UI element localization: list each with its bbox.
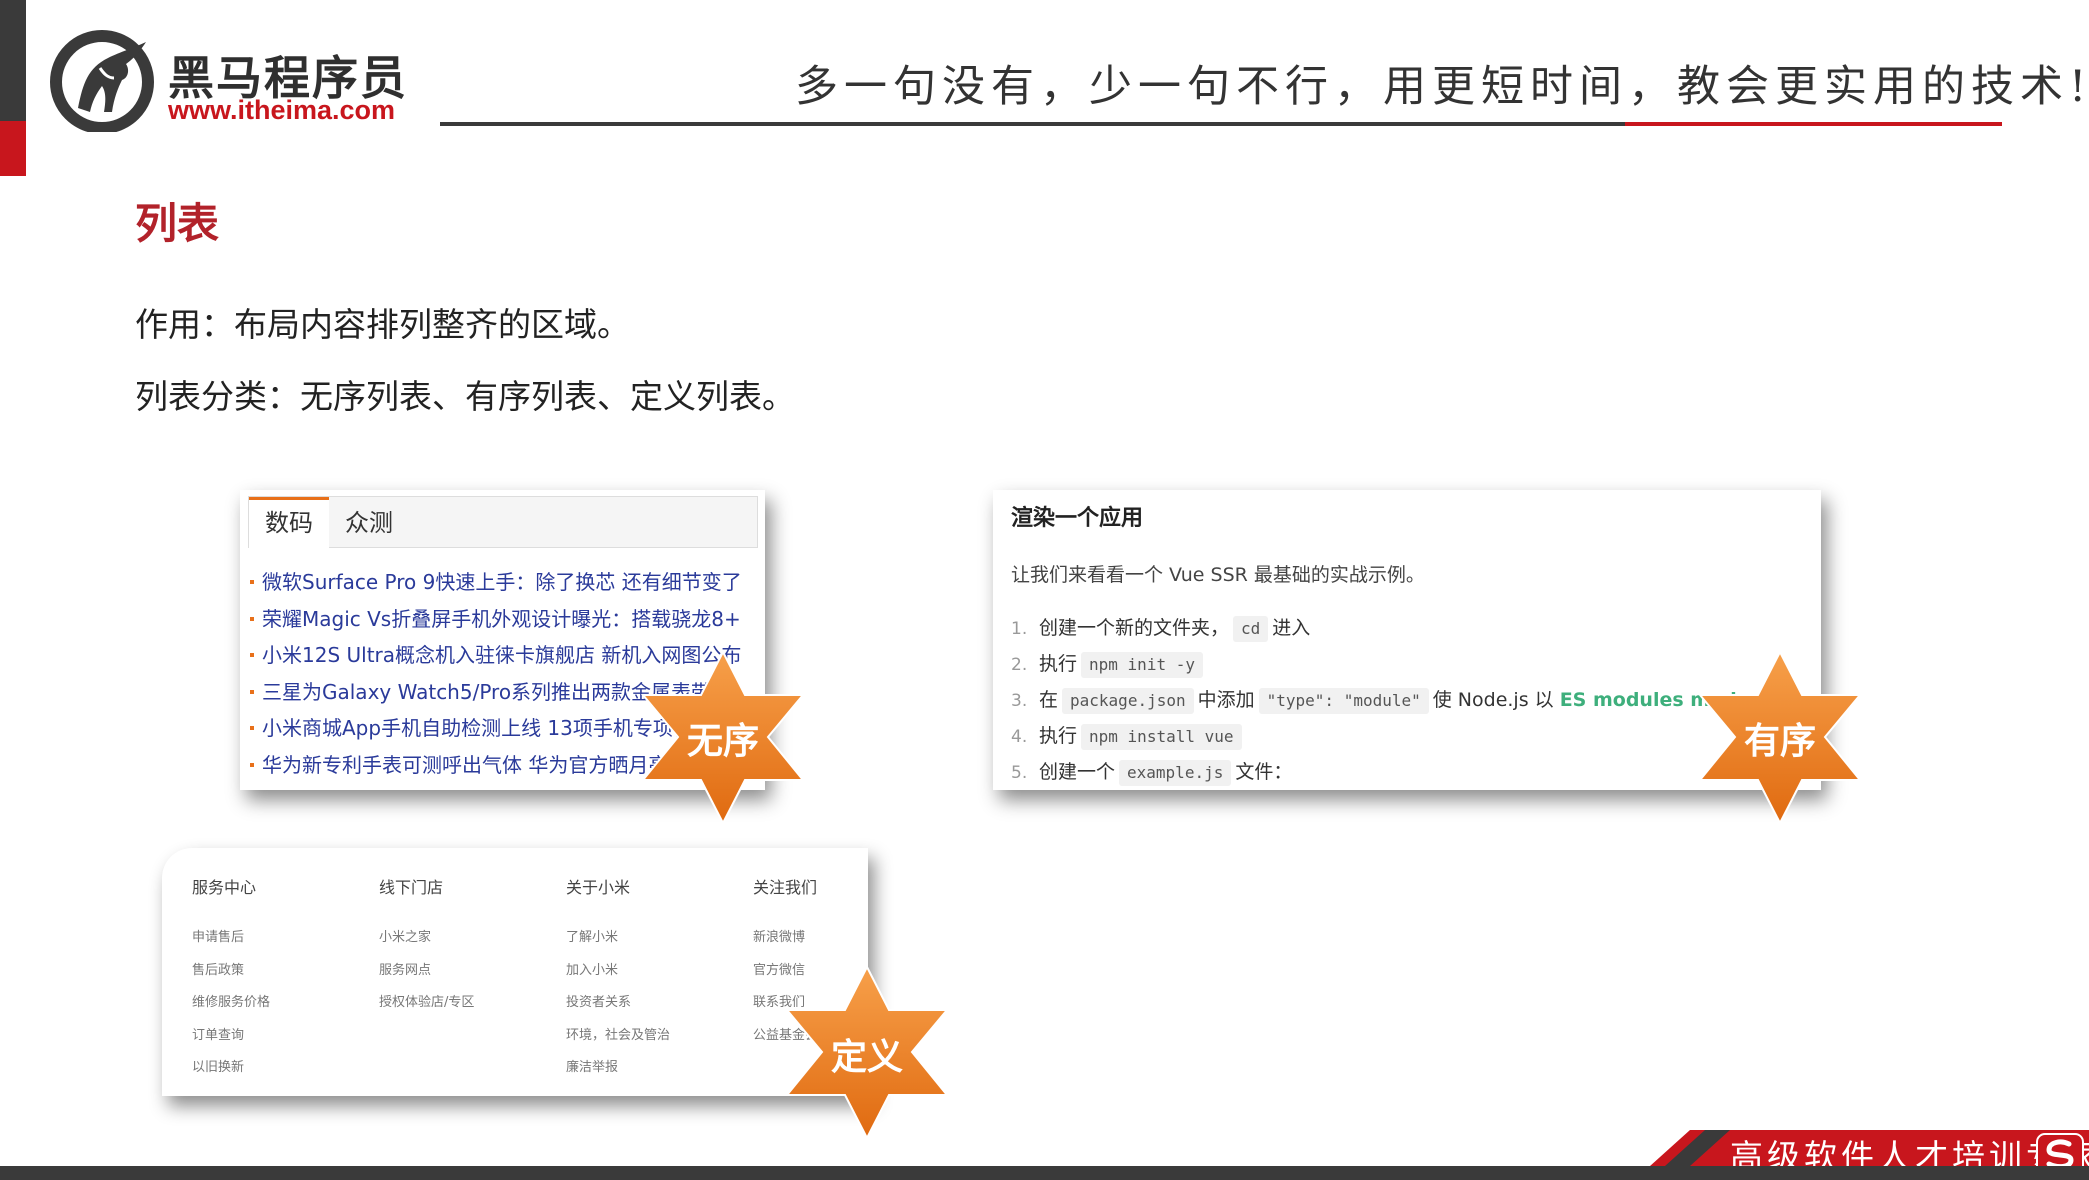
step-text: 执行 [1039, 653, 1078, 675]
dl-desc[interactable]: 投资者关系 [566, 987, 670, 1020]
header-divider-accent [1625, 122, 2002, 126]
dl-desc[interactable]: 订单查询 [192, 1020, 270, 1053]
tab-review[interactable]: 众测 [329, 497, 409, 549]
step-text: 执行 [1039, 725, 1078, 747]
dl-term: 关于小米 [566, 878, 631, 897]
inline-code: npm init -y [1081, 652, 1203, 678]
dl-desc[interactable]: 廉洁举报 [566, 1052, 670, 1085]
news-item[interactable]: 微软Surface Pro 9快速上手：除了换芯 还有细节变了 [248, 564, 765, 601]
news-item[interactable]: 荣耀Magic Vs折叠屏手机外观设计曝光：搭载骁龙8+ [248, 601, 765, 638]
inline-code: "type": "module" [1258, 688, 1429, 714]
step-text: 创建一个 [1039, 761, 1116, 783]
step-number: 3. [1011, 691, 1028, 711]
dl-column-about: 关于小米 了解小米 加入小米 投资者关系 环境，社会及管治 廉洁举报 [566, 872, 670, 1085]
footer-bar [0, 1166, 2089, 1180]
ol-intro: 让我们来看看一个 Vue SSR 最基础的实战示例。 [1011, 564, 1425, 586]
step-item: 1. 创建一个新的文件夹， cd 进入 [1011, 610, 1821, 646]
step-text: 在 [1039, 689, 1059, 711]
step-number: 1. [1011, 619, 1028, 639]
dl-desc[interactable]: 授权体验店/专区 [379, 987, 474, 1020]
unordered-label: 无序 [686, 721, 759, 762]
purpose-text: 作用：布局内容排列整齐的区域。 [135, 305, 630, 344]
step-text: 进入 [1272, 617, 1311, 639]
step-text: 创建一个新的文件夹， [1039, 617, 1230, 639]
dl-desc[interactable]: 售后政策 [192, 955, 270, 988]
brand-url: www.itheima.com [168, 95, 396, 125]
ordered-label: 有序 [1743, 721, 1816, 762]
categories-text: 列表分类：无序列表、有序列表、定义列表。 [135, 377, 795, 416]
step-number: 2. [1011, 655, 1028, 675]
dl-desc[interactable]: 环境，社会及管治 [566, 1020, 670, 1053]
dl-desc[interactable]: 小米之家 [379, 922, 474, 955]
left-dark-bar [0, 0, 26, 121]
dl-column-service: 服务中心 申请售后 售后政策 维修服务价格 订单查询 以旧换新 [192, 872, 270, 1085]
step-text: 中添加 [1197, 689, 1255, 711]
step-text: 使 Node.js 以 [1432, 689, 1554, 711]
definition-label: 定义 [830, 1037, 903, 1078]
ol-title: 渲染一个应用 [1011, 506, 1144, 531]
dl-desc[interactable]: 服务网点 [379, 955, 474, 988]
step-number: 4. [1011, 727, 1028, 747]
slogan: 多一句没有，少一句不行，用更短时间，教会更实用的技术! [795, 62, 2089, 112]
step-number: 5. [1011, 763, 1028, 783]
inline-code: package.json [1062, 688, 1194, 714]
dl-desc[interactable]: 以旧换新 [192, 1052, 270, 1085]
inline-code: cd [1233, 616, 1269, 642]
dl-term: 关注我们 [753, 878, 818, 897]
tab-digital[interactable]: 数码 [249, 497, 329, 549]
step-text: 文件： [1235, 761, 1293, 783]
inline-code: npm install vue [1081, 724, 1242, 750]
dl-term: 服务中心 [192, 878, 257, 897]
dl-term: 线下门店 [379, 878, 444, 897]
left-red-bar [0, 121, 26, 176]
definition-list-example: 服务中心 申请售后 售后政策 维修服务价格 订单查询 以旧换新 线下门店 小米之… [162, 848, 868, 1096]
dl-desc[interactable]: 加入小米 [566, 955, 670, 988]
horse-logo-icon [50, 30, 154, 132]
dl-column-stores: 线下门店 小米之家 服务网点 授权体验店/专区 [379, 872, 474, 1020]
dl-desc[interactable]: 新浪微博 [753, 922, 818, 955]
page-title: 列表 [135, 199, 220, 248]
dl-desc[interactable]: 了解小米 [566, 922, 670, 955]
dl-desc[interactable]: 维修服务价格 [192, 987, 270, 1020]
news-tabs: 数码 众测 [248, 496, 758, 549]
inline-code: example.js [1119, 760, 1232, 786]
dl-desc[interactable]: 申请售后 [192, 922, 270, 955]
